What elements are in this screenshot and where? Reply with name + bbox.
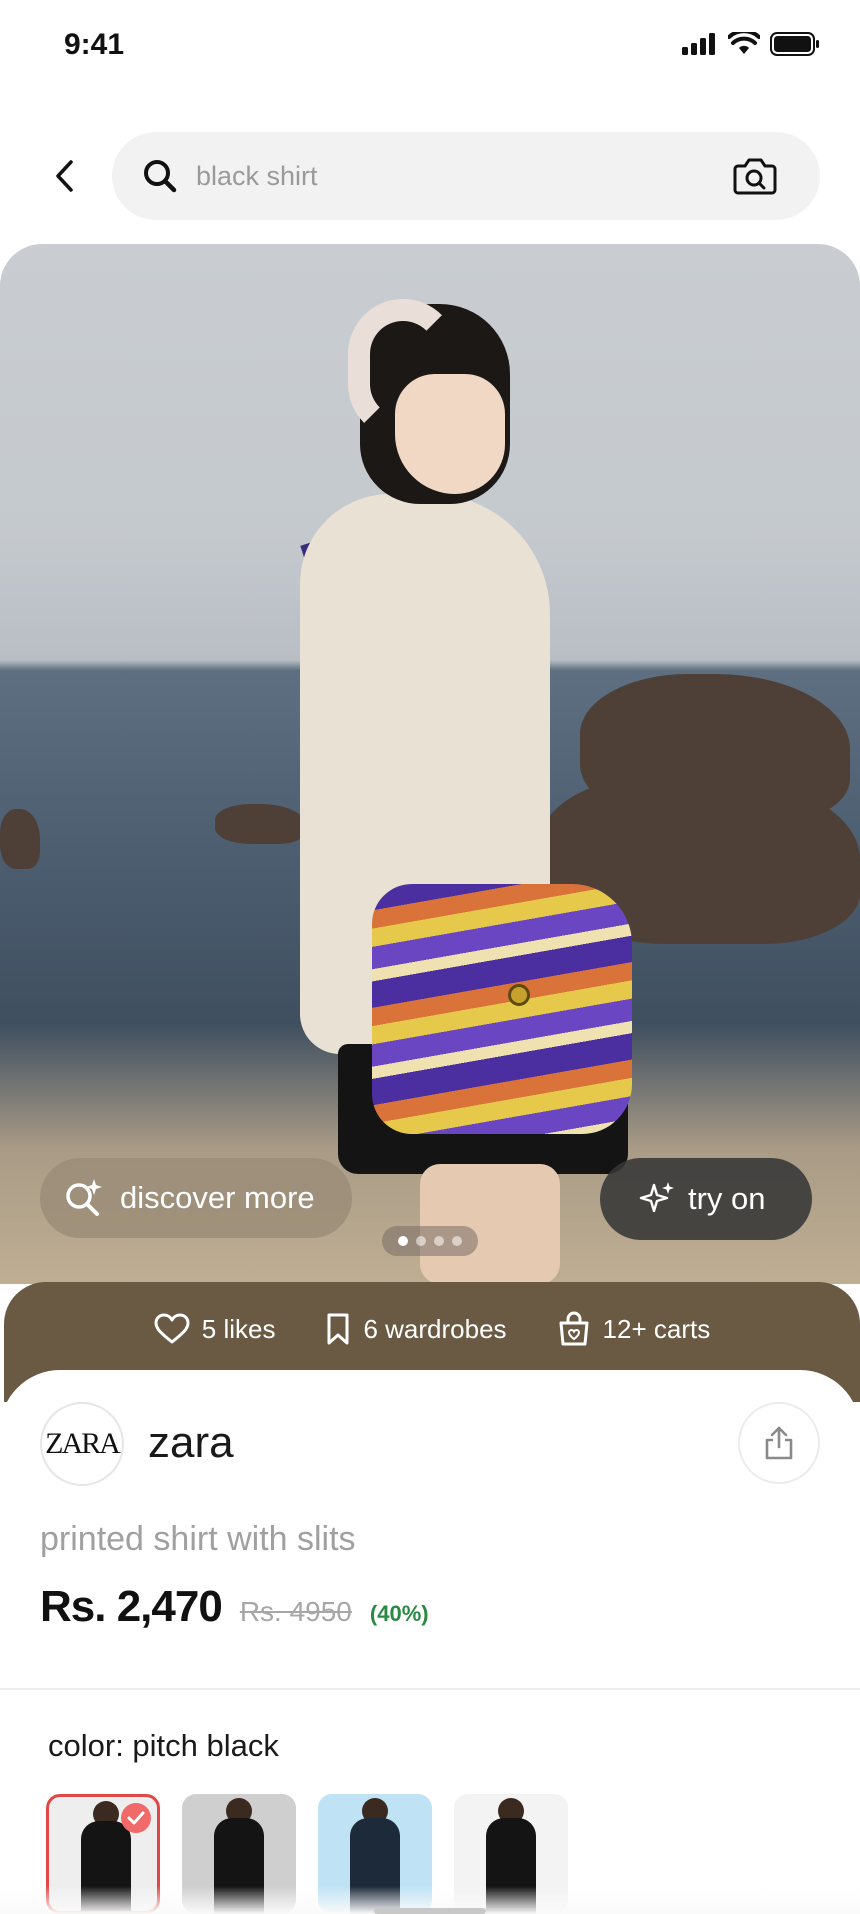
brand-name[interactable]: zara [148,1418,234,1468]
search-input[interactable] [196,154,716,198]
carts-stat[interactable]: 12+ carts [557,1304,711,1354]
headphones [348,299,458,439]
stats-row: 5 likes 6 wardrobes 12+ carts [4,1304,860,1354]
magic-search-icon [66,1179,102,1216]
wardrobes-count: 6 wardrobes [363,1313,507,1344]
discover-more-button[interactable]: discover more [40,1158,352,1238]
battery-icon [770,32,819,56]
try-on-label: try on [688,1181,766,1216]
wifi-icon [728,32,760,54]
price-row: Rs. 2,470 Rs. 4950 (40%) [40,1582,429,1632]
carts-count: 12+ carts [602,1313,711,1344]
current-price: Rs. 2,470 [40,1582,223,1631]
selected-check-badge [121,1803,151,1833]
signal-icon [682,33,715,55]
rock-shape [0,809,40,869]
carousel-dot[interactable] [416,1236,426,1246]
brand-logo-text: ZARA [45,1427,121,1460]
color-label: color: pitch black [48,1728,279,1763]
original-price: Rs. 4950 [239,1596,352,1627]
cart-bag-icon [559,1311,589,1346]
discount-percent: (40%) [369,1601,429,1626]
status-icons [682,32,820,56]
back-button[interactable] [44,150,84,202]
carousel-dot[interactable] [434,1236,444,1246]
product-title: printed shirt with slits [40,1520,356,1558]
brand-logo[interactable]: ZARA [40,1402,124,1486]
search-icon [144,160,177,193]
person-legs [420,1164,560,1284]
share-icon [765,1426,793,1460]
carousel-indicator[interactable] [382,1226,478,1256]
carousel-dot[interactable] [398,1236,408,1246]
check-icon [127,1811,145,1825]
chevron-left-icon [56,160,73,192]
try-on-button[interactable]: try on [600,1158,812,1240]
heart-icon [154,1313,190,1344]
bag-button [508,984,530,1006]
rock-shape [215,804,305,844]
wardrobes-stat[interactable]: 6 wardrobes [325,1304,507,1354]
striped-bag [372,884,632,1134]
sparkle-icon [639,1182,674,1213]
product-hero-image[interactable]: discover more try on [0,244,860,1284]
share-button[interactable] [738,1402,820,1484]
likes-count: 5 likes [201,1313,276,1344]
carousel-dot[interactable] [452,1236,462,1246]
product-detail-screen: 9:41 black shirt discover more try on 5 … [0,0,860,1914]
status-bar: 9:41 [0,0,860,90]
discover-more-label: discover more [120,1180,315,1215]
camera-search-icon[interactable] [732,154,778,198]
likes-stat[interactable]: 5 likes [154,1304,276,1354]
section-divider [0,1688,860,1690]
product-info-sheet: ZARA zara printed shirt with slits Rs. 2… [0,1370,860,1914]
bookmark-icon [327,1313,349,1345]
status-time: 9:41 [64,28,125,61]
search-bar[interactable] [112,132,820,220]
home-indicator[interactable] [374,1908,486,1914]
